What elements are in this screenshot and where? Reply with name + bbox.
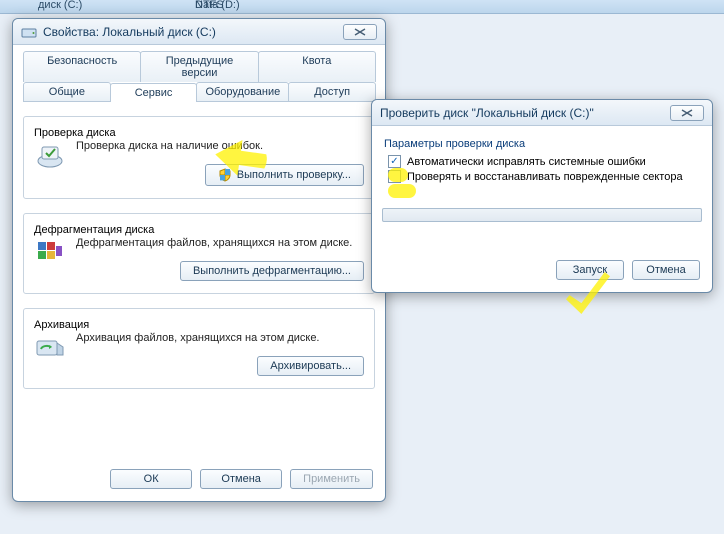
properties-close-button[interactable] bbox=[343, 24, 377, 40]
highlight-box-2 bbox=[388, 184, 416, 198]
properties-cancel-button[interactable]: Отмена bbox=[200, 469, 282, 489]
backup-legend: Архивация bbox=[34, 319, 89, 331]
defrag-legend: Дефрагментация диска bbox=[34, 224, 154, 236]
check-disk-cancel-button[interactable]: Отмена bbox=[632, 260, 700, 280]
tab-sharing[interactable]: Доступ bbox=[288, 82, 376, 101]
opt-scan-sectors-row[interactable]: Проверять и восстанавливать поврежденные… bbox=[382, 169, 702, 184]
defrag-icon bbox=[34, 236, 66, 268]
tab-general[interactable]: Общие bbox=[23, 82, 111, 101]
check-disk-dialog: Проверить диск "Локальный диск (C:)" Пар… bbox=[371, 99, 713, 293]
backup-now-button[interactable]: Архивировать... bbox=[257, 356, 364, 376]
defrag-text: Дефрагментация файлов, хранящихся на это… bbox=[76, 236, 364, 251]
defrag-group: Дефрагментация диска Дефрагментация файл… bbox=[23, 213, 375, 294]
backup-text: Архивация файлов, хранящихся на этом дис… bbox=[76, 331, 364, 346]
tab-tools[interactable]: Сервис bbox=[110, 83, 198, 102]
backup-icon bbox=[34, 331, 66, 363]
checkdisk-icon bbox=[34, 139, 66, 171]
check-disk-legend: Проверка диска bbox=[34, 127, 116, 139]
check-disk-start-button[interactable]: Запуск bbox=[556, 260, 624, 280]
properties-window: Свойства: Локальный диск (C:) Безопаснос… bbox=[12, 18, 386, 502]
check-disk-text: Проверка диска на наличие ошибок. bbox=[76, 139, 364, 154]
tab-previous-versions[interactable]: Предыдущие версии bbox=[140, 51, 258, 82]
drive-icon bbox=[21, 24, 37, 40]
opt-auto-fix-label: Автоматически исправлять системные ошибк… bbox=[407, 156, 646, 168]
properties-titlebar[interactable]: Свойства: Локальный диск (C:) bbox=[13, 19, 385, 45]
check-now-label: Выполнить проверку... bbox=[237, 169, 351, 181]
check-disk-params-label: Параметры проверки диска bbox=[384, 138, 702, 150]
defrag-now-button[interactable]: Выполнить дефрагментацию... bbox=[180, 261, 364, 281]
opt-auto-fix-row[interactable]: Автоматически исправлять системные ошибк… bbox=[382, 154, 702, 169]
properties-title: Свойства: Локальный диск (C:) bbox=[43, 25, 216, 39]
tab-security[interactable]: Безопасность bbox=[23, 51, 141, 82]
highlight-box-1 bbox=[388, 168, 408, 182]
check-disk-group: Проверка диска Проверка диска на наличие… bbox=[23, 116, 375, 199]
check-disk-titlebar[interactable]: Проверить диск "Локальный диск (C:)" bbox=[372, 100, 712, 126]
backup-group: Архивация Архивация файлов, хранящихся н… bbox=[23, 308, 375, 389]
opt-auto-fix-checkbox[interactable] bbox=[388, 155, 401, 168]
properties-tabs: Безопасность Предыдущие версии Квота Общ… bbox=[23, 51, 375, 102]
properties-apply-button[interactable]: Применить bbox=[290, 469, 373, 489]
check-disk-close-button[interactable] bbox=[670, 105, 704, 121]
properties-ok-button[interactable]: ОК bbox=[110, 469, 192, 489]
bg-disk-c: диск (С:) bbox=[38, 0, 82, 11]
opt-scan-sectors-label: Проверять и восстанавливать поврежденные… bbox=[407, 171, 683, 183]
tab-quota[interactable]: Квота bbox=[258, 51, 376, 82]
check-disk-progress bbox=[382, 208, 702, 222]
tab-hardware[interactable]: Оборудование bbox=[196, 82, 289, 101]
check-disk-title: Проверить диск "Локальный диск (C:)" bbox=[380, 106, 594, 120]
shield-icon bbox=[218, 168, 232, 182]
